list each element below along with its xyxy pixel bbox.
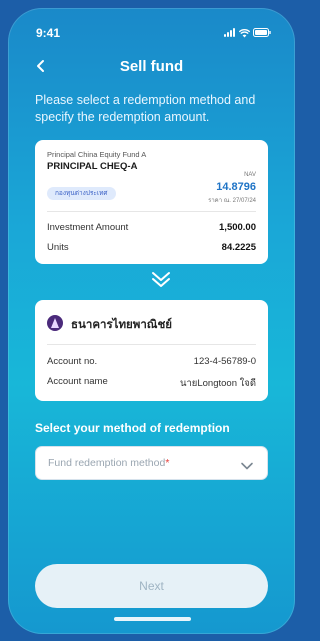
account-name-row: Account name นายLongtoon ใจดี — [47, 376, 256, 391]
units-row: Units 84.2225 — [47, 242, 256, 253]
status-time: 9:41 — [36, 26, 61, 40]
row-label: Account no. — [47, 356, 98, 367]
row-label: Account name — [47, 376, 108, 387]
battery-icon — [253, 28, 271, 37]
next-button[interactable]: Next — [35, 564, 268, 608]
row-value: 1,500.00 — [219, 222, 256, 233]
redemption-section-title: Select your method of redemption — [35, 421, 230, 435]
nav-label: NAV — [244, 172, 256, 178]
bank-name: ธนาคารไทยพาณิชย์ — [71, 319, 173, 331]
wifi-icon — [239, 28, 250, 37]
row-value: นายLongtoon ใจดี — [179, 378, 256, 389]
fund-name: PRINCIPAL CHEQ-A — [47, 161, 138, 172]
page-title: Sell fund — [119, 58, 184, 75]
fund-subtitle: Principal China Equity Fund A — [47, 150, 147, 159]
status-icons — [224, 28, 271, 37]
nav-value: 14.8796 — [216, 181, 256, 193]
phone-screen: 9:41 Sell fund Please select a redemptio… — [8, 8, 295, 634]
chevron-down-icon — [240, 458, 254, 470]
row-label: Investment Amount — [47, 222, 129, 233]
bank-card: ธนาคารไทยพาณิชย์ Account no. 123-4-56789… — [35, 300, 268, 401]
divider — [47, 211, 256, 212]
select-placeholder: Fund redemption method* — [48, 457, 170, 469]
row-value: 123-4-56789-0 — [193, 356, 256, 367]
fund-tag: กองทุนต่างประเทศ — [47, 187, 116, 200]
bank-logo-icon — [47, 315, 63, 331]
divider — [47, 344, 256, 345]
fund-card: Principal China Equity Fund A PRINCIPAL … — [35, 140, 268, 264]
account-no-row: Account no. 123-4-56789-0 — [47, 356, 256, 367]
signal-icon — [224, 28, 235, 37]
double-chevron-down-icon — [148, 270, 174, 290]
instruction-text: Please select a redemption method and sp… — [35, 93, 256, 124]
nav-date: ราคา ณ. 27/07/24 — [208, 198, 256, 204]
row-value: 84.2225 — [221, 242, 256, 253]
redemption-method-select[interactable]: Fund redemption method* — [35, 446, 268, 480]
required-mark: * — [165, 457, 170, 469]
row-label: Units — [47, 242, 69, 253]
status-bar: 9:41 — [8, 26, 295, 42]
home-indicator — [114, 617, 191, 621]
investment-amount-row: Investment Amount 1,500.00 — [47, 222, 256, 233]
header: Sell fund — [8, 56, 295, 78]
